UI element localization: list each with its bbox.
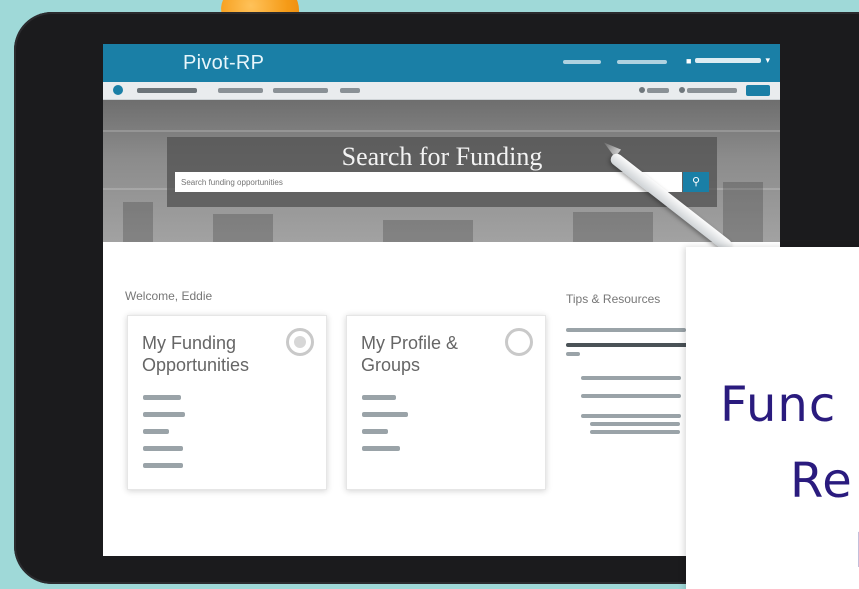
tips-bullet xyxy=(581,414,681,418)
card-link-list xyxy=(143,395,185,480)
top-link[interactable] xyxy=(563,60,601,64)
card-link[interactable] xyxy=(143,412,185,417)
card-title: My Funding Opportunities xyxy=(142,333,250,375)
user-icon: ■ xyxy=(686,55,692,66)
search-input[interactable] xyxy=(175,172,682,192)
dashboard-content: Welcome, Eddie My Funding Opportunities … xyxy=(103,242,780,556)
nav-item-funding[interactable] xyxy=(137,88,197,93)
nav-bar xyxy=(103,82,780,100)
chevron-down-icon: ▾ xyxy=(765,55,770,65)
card-link[interactable] xyxy=(143,395,181,400)
nav-item[interactable] xyxy=(340,88,360,93)
user-menu[interactable]: ■ ▾ xyxy=(686,55,770,66)
tablet-screen: Pivot-RP ■ ▾ Search for Funding Search f… xyxy=(103,44,780,556)
tips-bullet xyxy=(590,430,680,434)
nav-item-account[interactable] xyxy=(687,88,737,93)
background-books xyxy=(213,214,273,242)
background-books xyxy=(573,212,653,242)
tips-line xyxy=(566,328,686,332)
card-link[interactable] xyxy=(143,463,183,468)
card-link[interactable] xyxy=(362,395,396,400)
card-link[interactable] xyxy=(362,446,400,451)
profile-icon xyxy=(505,328,533,356)
card-title: My Profile & Groups xyxy=(361,333,459,375)
top-link[interactable] xyxy=(617,60,667,64)
card-profile-groups[interactable]: My Profile & Groups xyxy=(346,315,546,490)
card-link[interactable] xyxy=(362,429,388,434)
card-link-list xyxy=(362,395,408,463)
nav-action-button[interactable] xyxy=(746,85,770,96)
account-icon[interactable] xyxy=(679,87,685,93)
nav-item-help[interactable] xyxy=(647,88,669,93)
home-icon[interactable] xyxy=(113,85,123,95)
tips-line xyxy=(566,352,580,356)
nav-item[interactable] xyxy=(273,88,328,93)
tips-bullet xyxy=(581,376,681,380)
help-icon[interactable] xyxy=(639,87,645,93)
card-link[interactable] xyxy=(143,446,183,451)
background-books xyxy=(383,220,473,242)
user-name-redacted xyxy=(695,58,762,63)
tips-bullet xyxy=(581,394,681,398)
card-link[interactable] xyxy=(143,429,169,434)
promo-text-line: I xyxy=(854,523,859,579)
background-books xyxy=(723,182,763,242)
background-books xyxy=(123,202,153,242)
promo-panel: Func Re I xyxy=(686,247,859,589)
tracking-icon xyxy=(286,328,314,356)
promo-text-line: Func xyxy=(720,377,837,433)
shelf-line xyxy=(103,130,780,132)
nav-item[interactable] xyxy=(218,88,263,93)
tips-link[interactable] xyxy=(566,343,691,347)
tips-bullet xyxy=(590,422,680,426)
welcome-text: Welcome, Eddie xyxy=(125,289,213,303)
brand-logo[interactable]: Pivot-RP xyxy=(183,52,264,75)
card-funding-opportunities[interactable]: My Funding Opportunities xyxy=(127,315,327,490)
tips-title: Tips & Resources xyxy=(566,292,661,306)
hero-banner: Search for Funding ⚲ xyxy=(103,100,780,242)
search-button[interactable]: ⚲ xyxy=(683,172,709,192)
top-bar: Pivot-RP ■ ▾ xyxy=(103,44,780,82)
card-link[interactable] xyxy=(362,412,408,417)
search-icon: ⚲ xyxy=(691,176,701,188)
promo-text-line: Re xyxy=(790,453,853,509)
